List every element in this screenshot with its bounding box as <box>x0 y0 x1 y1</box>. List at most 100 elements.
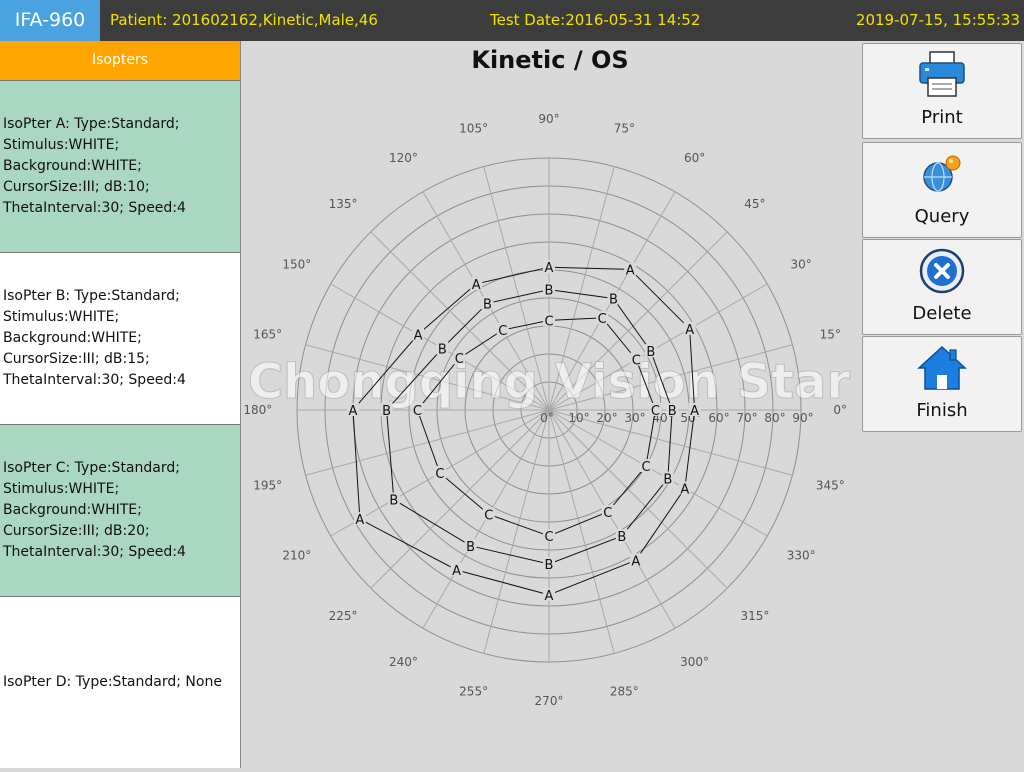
watermark-text: Chongqing Vision Star <box>248 354 851 410</box>
isopter-a-point: A <box>626 263 635 278</box>
radius-label: 80° <box>764 411 785 425</box>
home-icon <box>863 343 1021 393</box>
angle-label: 120° <box>389 151 418 165</box>
isopter-a-point: A <box>631 554 640 569</box>
isopter-b-point: B <box>382 404 391 419</box>
query-globe-icon <box>863 149 1021 199</box>
isopters-header: Isopters <box>0 41 240 80</box>
grid-spoke <box>305 409 550 476</box>
isopter-b-item[interactable]: IsoPter B: Type:Standard; Stimulus:WHITE… <box>0 252 240 424</box>
test-date: Test Date:2016-05-31 14:52 <box>490 11 701 29</box>
angle-label: 210° <box>282 549 311 563</box>
isopter-b-point: B <box>663 473 672 488</box>
isopter-a-point: A <box>414 328 423 343</box>
isopter-a-point: A <box>472 278 481 293</box>
isopter-a-point: A <box>680 482 689 497</box>
grid-spoke <box>483 409 550 654</box>
isopter-panel: Isopters IsoPter A: Type:Standard; Stimu… <box>0 41 241 768</box>
radius-label: 20° <box>596 411 617 425</box>
isopter-a-point: A <box>545 261 554 276</box>
radius-label: 60° <box>708 411 729 425</box>
isopter-d-item[interactable]: IsoPter D: Type:Standard; None <box>0 596 240 768</box>
isopter-c-point: C <box>484 508 493 523</box>
angle-label: 240° <box>389 655 418 669</box>
radius-label: 90° <box>792 411 813 425</box>
isopter-b-point: B <box>668 404 677 419</box>
isopter-a-item[interactable]: IsoPter A: Type:Standard; Stimulus:WHITE… <box>0 80 240 252</box>
isopter-c-point: C <box>603 506 612 521</box>
clock: 2019-07-15, 15:55:33 <box>855 11 1020 29</box>
radius-label: 70° <box>736 411 757 425</box>
query-label: Query <box>914 206 970 227</box>
angle-label: 60° <box>684 151 705 165</box>
radius-label: 10° <box>568 411 589 425</box>
delete-x-icon <box>863 246 1021 296</box>
isopter-b-point: B <box>545 284 554 299</box>
polar-chart: 0° 15° 30° 45° 60° 75° 90° 105° 120° 135° 150° 165°… <box>243 112 851 708</box>
angle-label: 225° <box>329 609 358 623</box>
angle-label: 345° <box>816 478 845 492</box>
isopter-c-point: C <box>641 460 650 475</box>
isopter-a-point: A <box>685 323 694 338</box>
angle-label: 135° <box>329 197 358 211</box>
isopter-b-point: B <box>466 540 475 555</box>
query-button[interactable]: Query <box>862 142 1022 238</box>
angle-label: 75° <box>614 122 635 136</box>
finish-button[interactable]: Finish <box>862 336 1022 432</box>
isopter-a-point: A <box>355 513 364 528</box>
print-button[interactable]: Print <box>862 43 1022 139</box>
isopter-b-point: B <box>617 530 626 545</box>
chart-title: Kinetic / OS <box>471 46 629 74</box>
printer-icon <box>863 50 1021 100</box>
isopter-c-point: C <box>598 312 607 327</box>
brand-label: IFA-960 <box>0 0 100 41</box>
isopter-c-point: C <box>455 352 464 367</box>
angle-label: 270° <box>535 694 564 708</box>
isopter-b-point: B <box>483 297 492 312</box>
patient-info: Patient: 201602162,Kinetic,Male,46 <box>110 11 378 29</box>
isopter-a-text: IsoPter A: Type:Standard; Stimulus:WHITE… <box>3 116 186 216</box>
isopter-b-point: B <box>389 494 398 509</box>
radius-label: 0° <box>540 411 554 425</box>
angle-label: 30° <box>791 257 812 271</box>
isopter-a-point: A <box>349 404 358 419</box>
isopter-c-line <box>416 317 656 537</box>
top-bar: IFA-960 Patient: 201602162,Kinetic,Male,… <box>0 0 1024 41</box>
angle-label: 90° <box>538 112 559 126</box>
isopter-c-point: C <box>498 324 507 339</box>
angle-label: 330° <box>787 549 816 563</box>
angle-label: 255° <box>459 684 488 698</box>
delete-button[interactable]: Delete <box>862 239 1022 335</box>
isopter-c-text: IsoPter C: Type:Standard; Stimulus:WHITE… <box>3 460 186 560</box>
polar-chart-area: Kinetic / OS 0° 15° 30° 45° 60° 75° 90° 105° 120… <box>240 41 860 768</box>
delete-label: Delete <box>912 303 972 324</box>
angle-label: 300° <box>680 655 709 669</box>
isopter-c-point: C <box>544 314 553 329</box>
angle-label: 15° <box>820 328 841 342</box>
isopter-b-point: B <box>545 558 554 573</box>
isopter-b-line <box>386 289 673 565</box>
angle-label: 45° <box>744 197 765 211</box>
print-label: Print <box>921 107 963 128</box>
isopter-c-point: C <box>632 354 641 369</box>
isopter-d-text: IsoPter D: Type:Standard; None <box>3 674 222 690</box>
angle-label: 150° <box>282 257 311 271</box>
isopter-a-point: A <box>545 589 554 604</box>
isopter-c-point: C <box>651 404 660 419</box>
isopter-a-point: A <box>690 404 699 419</box>
angle-label: 105° <box>459 122 488 136</box>
isopter-b-point: B <box>438 342 447 357</box>
isopter-a-point: A <box>452 564 461 579</box>
isopter-c-item[interactable]: IsoPter C: Type:Standard; Stimulus:WHITE… <box>0 424 240 596</box>
isopter-b-point: B <box>609 292 618 307</box>
radius-label: 30° <box>624 411 645 425</box>
isopter-b-text: IsoPter B: Type:Standard; Stimulus:WHITE… <box>3 288 186 388</box>
angle-label: 315° <box>740 609 769 623</box>
isopter-c-point: C <box>544 530 553 545</box>
isopter-c-point: C <box>435 467 444 482</box>
isopter-c-point: C <box>413 404 422 419</box>
angle-label: 165° <box>253 328 282 342</box>
angle-label: 195° <box>253 478 282 492</box>
isopter-b-point: B <box>646 345 655 360</box>
angle-label: 285° <box>610 684 639 698</box>
